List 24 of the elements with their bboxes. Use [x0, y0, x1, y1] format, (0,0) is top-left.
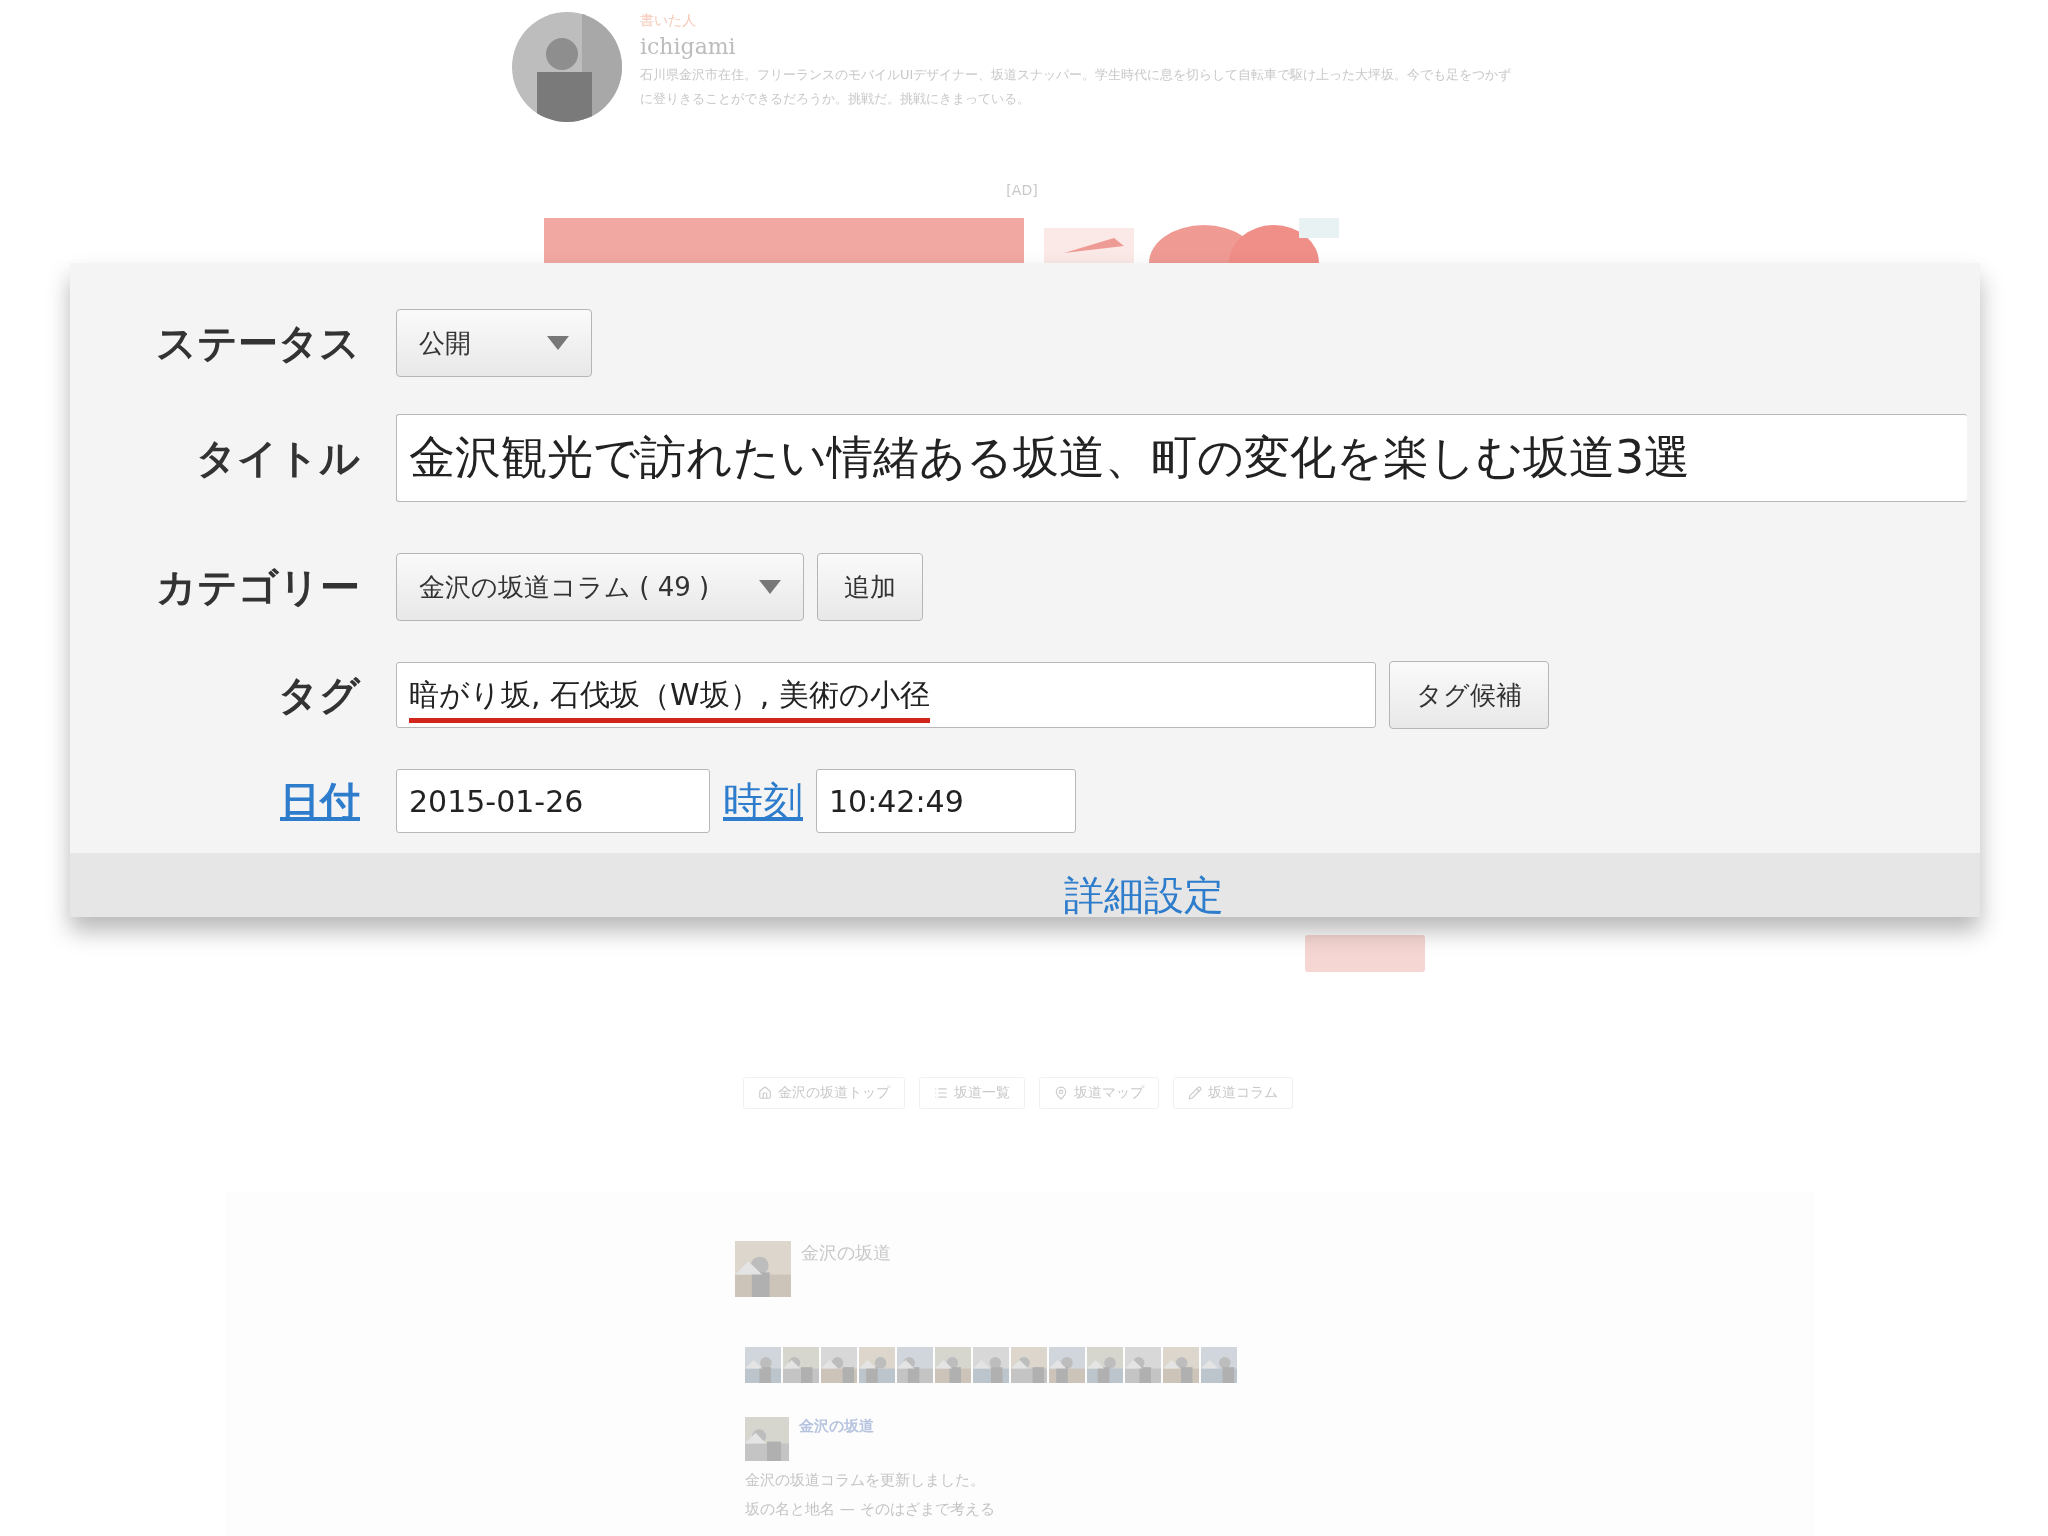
- category-select[interactable]: 金沢の坂道コラム ( 49 ): [396, 553, 804, 621]
- field-label: タイトル: [195, 433, 360, 483]
- field-label: ステータス: [155, 318, 360, 368]
- caret-icon: [547, 336, 569, 350]
- tags-field[interactable]: 暗がり坂, 石伐坂（W坂）, 美術の小径: [396, 662, 1376, 728]
- caret-icon: [759, 580, 781, 594]
- home-icon: [758, 1086, 772, 1100]
- author-name: ichigami: [640, 34, 737, 59]
- faded-button[interactable]: [1305, 935, 1425, 972]
- status-select[interactable]: 公開: [396, 309, 592, 377]
- list-icon: [934, 1086, 948, 1100]
- time-link[interactable]: 時刻: [723, 773, 803, 829]
- field-label: カテゴリー: [155, 562, 360, 612]
- time-field[interactable]: 10:42:49: [816, 769, 1076, 833]
- field-label: タグ: [277, 670, 360, 720]
- date-field[interactable]: 2015-01-26: [396, 769, 710, 833]
- tag-suggestions-button[interactable]: タグ候補: [1389, 661, 1549, 729]
- date-link[interactable]: 日付: [70, 773, 360, 829]
- add-button[interactable]: 追加: [817, 553, 923, 621]
- title-field[interactable]: 金沢観光で訪れたい情緒ある坂道、町の変化を楽しむ坂道3選: [396, 414, 1967, 502]
- pencil-icon: [1188, 1086, 1202, 1100]
- map-pin-icon: [1054, 1086, 1068, 1100]
- author-caption: 書いた人: [640, 12, 697, 30]
- post-text: 坂の名と地名 — そのはざまで考える: [745, 1500, 996, 1519]
